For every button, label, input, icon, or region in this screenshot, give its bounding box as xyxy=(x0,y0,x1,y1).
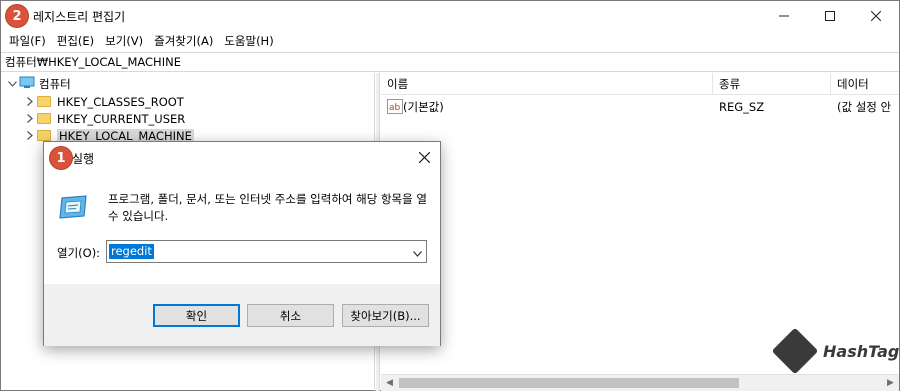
chevron-right-icon[interactable] xyxy=(23,97,37,106)
chevron-down-icon[interactable] xyxy=(5,80,19,87)
open-combobox[interactable]: regedit xyxy=(106,240,427,263)
chevron-right-icon[interactable] xyxy=(23,131,37,140)
folder-icon xyxy=(37,113,51,124)
column-type[interactable]: 종류 xyxy=(713,73,831,95)
menu-view[interactable]: 보기(V) xyxy=(101,33,150,49)
dialog-title: 실행 xyxy=(72,152,95,166)
list-item[interactable]: ab (기본값) REG_SZ (값 설정 안 xyxy=(381,98,899,116)
browse-button[interactable]: 찾아보기(B)... xyxy=(342,304,429,327)
menu-favorites[interactable]: 즐겨찾기(A) xyxy=(150,33,220,49)
ok-button[interactable]: 확인 xyxy=(153,304,240,327)
tree-label: 컴퓨터 xyxy=(39,76,71,91)
chevron-down-icon[interactable] xyxy=(413,246,422,260)
step-badge-2: 2 xyxy=(6,5,28,27)
tree-item-computer[interactable]: 컴퓨터 xyxy=(5,75,71,92)
column-name[interactable]: 이름 xyxy=(381,73,713,95)
minimize-icon xyxy=(779,15,789,17)
tree-item-hkcu[interactable]: HKEY_CURRENT_USER xyxy=(23,110,185,127)
horizontal-scrollbar[interactable]: ◀ ▶ xyxy=(381,374,899,391)
hashtag-logo-icon xyxy=(771,327,819,375)
scrollbar-thumb[interactable] xyxy=(399,378,739,388)
value-type: REG_SZ xyxy=(719,100,765,114)
close-button[interactable] xyxy=(853,1,899,31)
minimize-button[interactable] xyxy=(761,1,807,31)
column-data[interactable]: 데이터 xyxy=(831,73,899,95)
tree-label: HKEY_CLASSES_ROOT xyxy=(57,94,184,109)
title-bar[interactable]: 2 레지스트리 편집기 xyxy=(1,1,899,31)
cancel-button[interactable]: 취소 xyxy=(247,304,334,327)
list-header: 이름 종류 데이터 xyxy=(381,73,899,95)
maximize-button[interactable] xyxy=(807,1,853,31)
run-dialog: 1 실행 프로그램, 폴더, 문서, 또는 인터넷 주소를 입력하여 해당 항목… xyxy=(43,141,441,346)
close-icon xyxy=(418,151,430,163)
chevron-right-icon[interactable] xyxy=(23,114,37,123)
folder-icon xyxy=(37,130,51,141)
step-badge-1: 1 xyxy=(50,147,72,169)
computer-icon xyxy=(19,76,35,92)
svg-text:ab: ab xyxy=(389,103,401,113)
string-value-icon: ab xyxy=(387,99,403,117)
dialog-title-bar[interactable]: 1 실행 xyxy=(44,142,440,172)
menu-bar: 파일(F) 편집(E) 보기(V) 즐겨찾기(A) 도움말(H) xyxy=(1,31,899,51)
folder-icon xyxy=(37,96,51,107)
address-bar[interactable]: 컴퓨터₩HKEY_LOCAL_MACHINE xyxy=(1,52,899,72)
close-icon xyxy=(871,11,881,21)
maximize-icon xyxy=(825,11,835,21)
hashtag-watermark: HashTag xyxy=(771,327,900,375)
menu-file[interactable]: 파일(F) xyxy=(5,33,53,49)
menu-help[interactable]: 도움말(H) xyxy=(220,33,280,49)
run-icon xyxy=(58,194,88,220)
open-input-value[interactable]: regedit xyxy=(109,244,154,259)
scroll-left-icon[interactable]: ◀ xyxy=(381,375,398,391)
dialog-description: 프로그램, 폴더, 문서, 또는 인터넷 주소를 입력하여 해당 항목을 열 수… xyxy=(108,192,427,223)
dialog-footer: 확인 취소 찾아보기(B)... xyxy=(44,284,440,346)
window-title: 레지스트리 편집기 xyxy=(33,10,126,24)
dialog-close-button[interactable] xyxy=(414,147,434,167)
tree-item-hkcr[interactable]: HKEY_CLASSES_ROOT xyxy=(23,93,184,110)
tree-label: HKEY_CURRENT_USER xyxy=(57,111,186,126)
watermark-text: HashTag xyxy=(823,341,900,361)
menu-edit[interactable]: 편집(E) xyxy=(53,33,101,49)
value-name: (기본값) xyxy=(403,100,444,114)
scroll-right-icon[interactable]: ▶ xyxy=(882,375,899,391)
open-label: 열기(O): xyxy=(57,246,101,260)
value-data: (값 설정 안 xyxy=(837,100,892,114)
